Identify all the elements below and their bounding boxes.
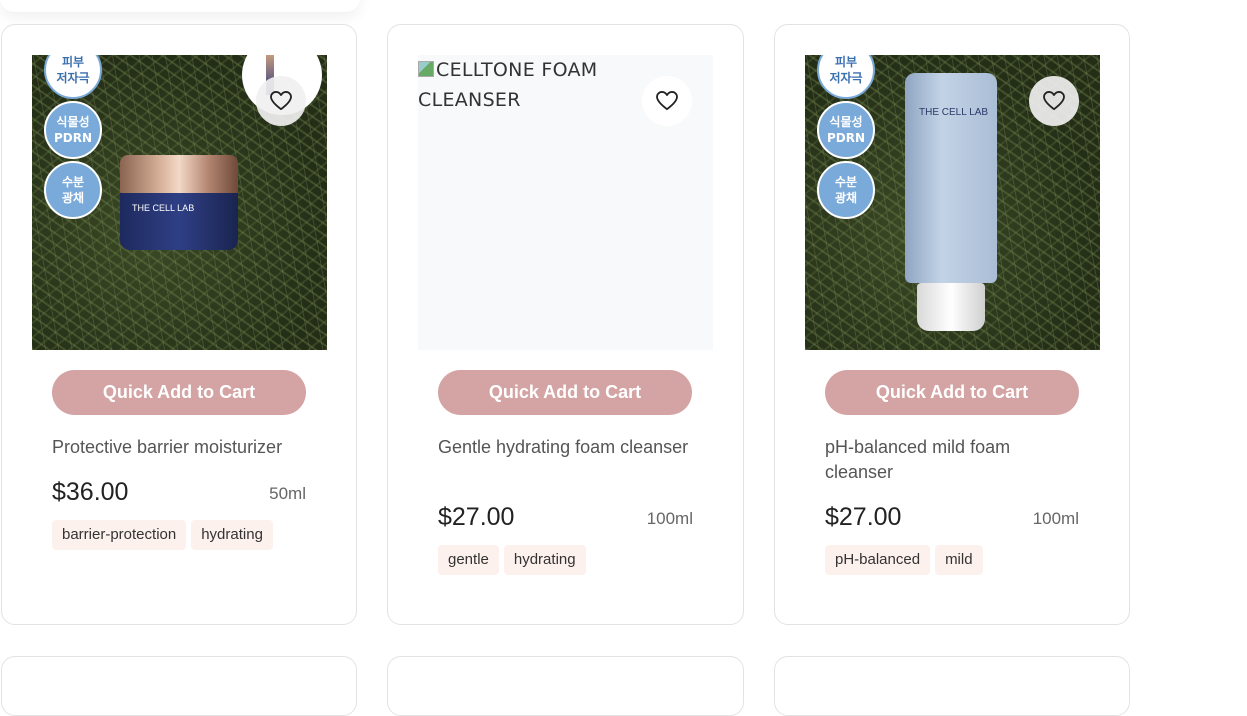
favorite-button[interactable] [1029, 76, 1079, 126]
tube-brand-label: THE CELL LAB [919, 107, 989, 118]
product-description[interactable]: Gentle hydrating foam cleanser [438, 435, 693, 460]
product-image[interactable]: CELLTONE FOAM CLEANSER [418, 55, 713, 350]
broken-image-icon [418, 61, 434, 77]
cleanser-tube-illustration: THE CELL LAB [905, 73, 997, 333]
image-alt-text: CELLTONE FOAM CLEANSER [418, 59, 598, 111]
product-card[interactable]: 피부 저자극 식물성 PDRN 수분 광채 THE CELL LAB Quick… [774, 24, 1130, 625]
product-card-next-row[interactable] [774, 656, 1130, 716]
product-price: $27.00 [438, 503, 515, 531]
tag: hydrating [191, 520, 273, 550]
hydration-badge: 수분 광채 [817, 161, 875, 219]
heart-outline-icon [270, 91, 292, 111]
favorite-button[interactable] [642, 76, 692, 126]
product-size: 50ml [269, 484, 306, 503]
tag: pH-balanced [825, 545, 931, 575]
cream-jar-illustration: THE CELL LAB [120, 155, 238, 250]
jar-brand-label: THE CELL LAB [132, 203, 195, 213]
product-image[interactable]: 피부 저자극 식물성 PDRN 수분 광채 THE CELL LAB [805, 55, 1100, 350]
product-size: 100ml [646, 509, 693, 528]
product-size: 100ml [1032, 509, 1079, 528]
favorite-button[interactable] [256, 76, 306, 126]
quick-add-to-cart-button[interactable]: Quick Add to Cart [825, 370, 1079, 415]
tag: barrier-protection [52, 520, 187, 550]
previous-section-edge [0, 0, 360, 12]
tag-list: barrier-protection hydrating [52, 520, 273, 550]
tag: hydrating [503, 545, 586, 575]
product-card[interactable]: 피부 저자극 식물성 PDRN 수분 광채 THE CELL LAB Quick… [1, 24, 357, 625]
quick-add-to-cart-button[interactable]: Quick Add to Cart [52, 370, 306, 415]
pdrn-badge: 식물성 PDRN [44, 101, 102, 159]
hydration-badge: 수분 광채 [44, 161, 102, 219]
product-price: $36.00 [52, 478, 129, 506]
product-card[interactable]: CELLTONE FOAM CLEANSER Quick Add to Cart… [387, 24, 744, 625]
product-image[interactable]: 피부 저자극 식물성 PDRN 수분 광채 THE CELL LAB [32, 55, 327, 350]
heart-outline-icon [656, 91, 678, 111]
pdrn-badge: 식물성 PDRN [817, 101, 875, 159]
tag-list: pH-balanced mild [825, 545, 983, 575]
tag: gentle [438, 545, 499, 575]
product-card-next-row[interactable] [387, 656, 744, 716]
hypoallergenic-badge: 피부 저자극 [817, 55, 875, 99]
product-card-next-row[interactable] [1, 656, 357, 716]
product-description[interactable]: Protective barrier moisturizer [52, 435, 307, 460]
heart-outline-icon [1043, 91, 1065, 111]
hypoallergenic-badge: 피부 저자극 [44, 55, 102, 99]
quick-add-to-cart-button[interactable]: Quick Add to Cart [438, 370, 692, 415]
product-price: $27.00 [825, 503, 902, 531]
product-description[interactable]: pH-balanced mild foam cleanser [825, 435, 1080, 485]
tag-list: gentle hydrating [438, 545, 586, 575]
tag: mild [935, 545, 983, 575]
